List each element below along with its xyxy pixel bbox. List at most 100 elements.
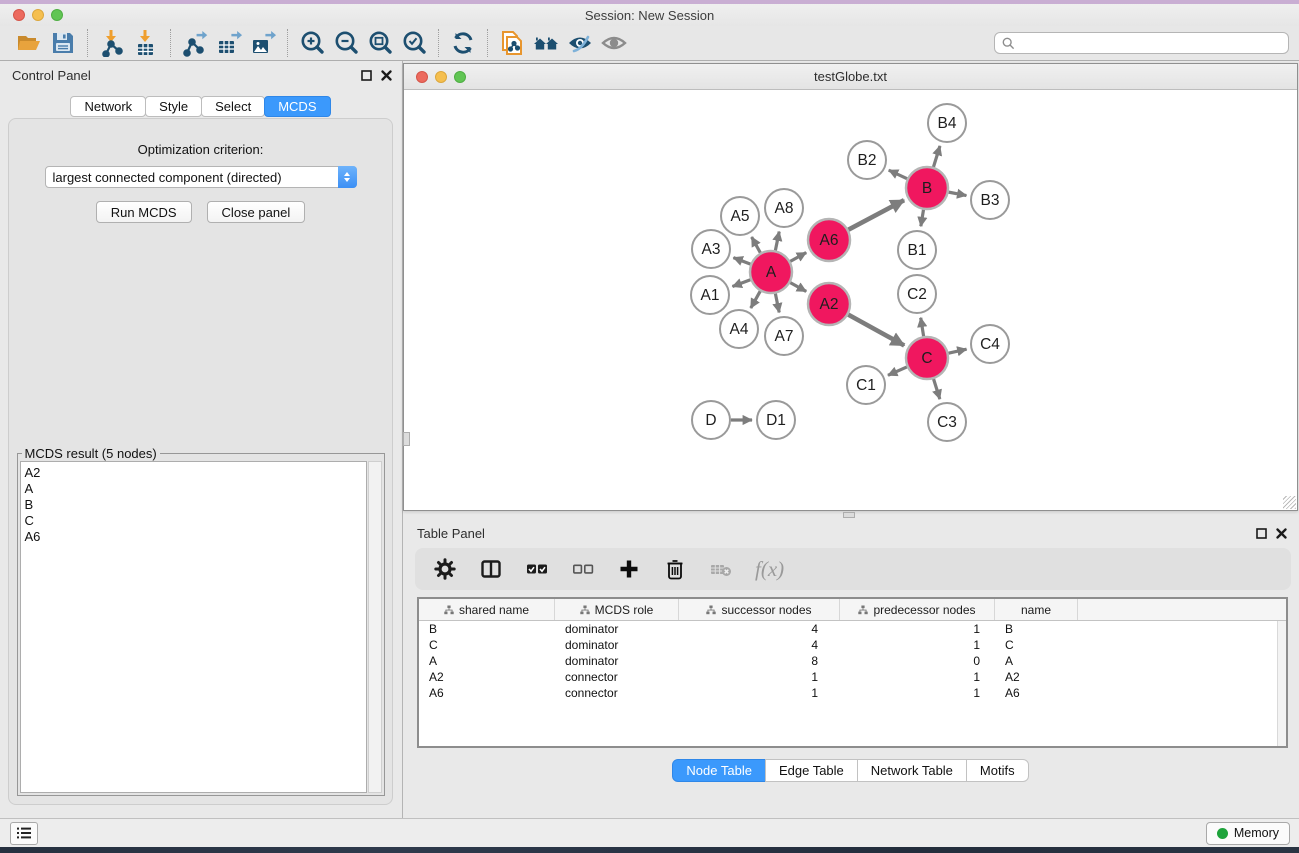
tab-network[interactable]: Network — [70, 96, 146, 117]
network-window-titlebar[interactable]: testGlobe.txt — [404, 64, 1297, 90]
left-edge-handle[interactable] — [403, 432, 410, 446]
table-cell: A — [995, 654, 1078, 668]
criterion-dropdown[interactable]: largest connected component (directed) — [45, 166, 357, 188]
clone-network-button[interactable] — [495, 28, 529, 58]
search-field[interactable] — [994, 32, 1289, 54]
graph-edge-A-A8[interactable] — [775, 232, 779, 251]
search-input[interactable] — [1015, 34, 1288, 52]
result-list-item[interactable]: B — [25, 497, 366, 513]
graph-edge-A6-B[interactable] — [848, 200, 904, 230]
table-header-row: shared nameMCDS rolesuccessor nodesprede… — [419, 599, 1286, 621]
column-header-shared-name[interactable]: shared name — [419, 599, 555, 620]
network-overview-button[interactable] — [529, 28, 563, 58]
graph-node-label: A8 — [775, 200, 794, 217]
import-table-button[interactable] — [129, 28, 163, 58]
table-cell: A2 — [419, 670, 555, 684]
import-network-button[interactable] — [95, 28, 129, 58]
graph-edge-C-C3[interactable] — [934, 379, 940, 399]
column-header-predecessor-nodes[interactable]: predecessor nodes — [840, 599, 995, 620]
tab-style[interactable]: Style — [145, 96, 202, 117]
close-panel-button-mcds[interactable]: Close panel — [207, 201, 306, 223]
graph-node-label: A1 — [701, 287, 720, 304]
toolbar-separator — [438, 29, 439, 57]
zoom-out-button[interactable] — [329, 28, 363, 58]
run-mcds-button[interactable]: Run MCDS — [96, 201, 192, 223]
graph-edge-A-A5[interactable] — [752, 237, 761, 253]
main-toolbar — [0, 26, 1299, 61]
graph-edge-B-B1[interactable] — [921, 210, 924, 227]
export-image-button[interactable] — [246, 28, 280, 58]
plus-icon — [617, 557, 641, 581]
graph-edge-A-A1[interactable] — [732, 280, 750, 287]
deselect-all-columns-button[interactable] — [571, 557, 595, 581]
tab-select[interactable]: Select — [201, 96, 265, 117]
column-header-MCDS-role[interactable]: MCDS role — [555, 599, 679, 620]
result-list-item[interactable]: A6 — [25, 529, 366, 545]
network-window-title: testGlobe.txt — [404, 69, 1297, 84]
select-all-columns-button[interactable] — [525, 557, 549, 581]
tab-edge-table[interactable]: Edge Table — [765, 759, 858, 782]
column-header-successor-nodes[interactable]: successor nodes — [679, 599, 840, 620]
table-row[interactable]: Adominator80A — [419, 653, 1286, 669]
window-title: Session: New Session — [0, 8, 1299, 23]
table-row[interactable]: A6connector11A6 — [419, 685, 1286, 701]
create-column-button[interactable] — [617, 557, 641, 581]
hide-panels-button[interactable] — [563, 28, 597, 58]
refresh-layout-button[interactable] — [446, 28, 480, 58]
graph-node-label: A4 — [730, 321, 749, 338]
open-session-button[interactable] — [12, 28, 46, 58]
export-network-button[interactable] — [178, 28, 212, 58]
zoom-out-icon — [332, 29, 360, 57]
tab-network-table[interactable]: Network Table — [857, 759, 967, 782]
zoom-selected-icon — [400, 29, 428, 57]
table-cell: C — [419, 638, 555, 652]
task-history-button[interactable] — [10, 822, 38, 845]
graph-edge-A-A2[interactable] — [790, 283, 806, 292]
graph-edge-A-A6[interactable] — [790, 253, 806, 262]
zoom-fit-button[interactable] — [363, 28, 397, 58]
tab-motifs[interactable]: Motifs — [966, 759, 1029, 782]
window-resize-grip[interactable] — [1283, 496, 1296, 509]
float-panel-button[interactable] — [361, 70, 372, 81]
table-row[interactable]: Cdominator41C — [419, 637, 1286, 653]
zoom-selected-button[interactable] — [397, 28, 431, 58]
graph-edge-C-C4[interactable] — [948, 349, 966, 353]
table-row[interactable]: A2connector11A2 — [419, 669, 1286, 685]
graph-edge-A2-C[interactable] — [848, 315, 904, 346]
float-icon — [361, 70, 372, 81]
table-cell: A2 — [995, 670, 1078, 684]
tab-mcds[interactable]: MCDS — [264, 96, 330, 117]
result-list-item[interactable]: A — [25, 481, 366, 497]
close-table-panel-button[interactable] — [1276, 528, 1287, 539]
toggle-column-view-button[interactable] — [479, 557, 503, 581]
graph-edge-B-B4[interactable] — [933, 146, 939, 167]
table-settings-button[interactable] — [433, 557, 457, 581]
zoom-in-button[interactable] — [295, 28, 329, 58]
graph-edge-A-A4[interactable] — [751, 291, 760, 308]
network-canvas[interactable]: B4B2BB3A8A5A6A3B1AA1C2A2A4A7C4CC1C3DD1 — [405, 91, 1296, 509]
export-table-button[interactable] — [212, 28, 246, 58]
graph-edge-B-B3[interactable] — [949, 192, 967, 195]
delete-column-button[interactable] — [663, 557, 687, 581]
graph-edge-A-A7[interactable] — [775, 294, 779, 313]
table-scrollbar[interactable] — [1277, 621, 1286, 746]
memory-status-icon — [1217, 828, 1228, 839]
close-panel-button[interactable] — [381, 70, 392, 81]
table-body: Bdominator41BCdominator41CAdominator80AA… — [419, 621, 1286, 701]
result-list-item[interactable]: C — [25, 513, 366, 529]
memory-button[interactable]: Memory — [1206, 822, 1290, 845]
tab-node-table[interactable]: Node Table — [672, 759, 766, 782]
splitter-handle[interactable] — [843, 512, 855, 518]
save-session-button[interactable] — [46, 28, 80, 58]
graph-edge-B-B2[interactable] — [889, 170, 907, 179]
graph-edge-A-A3[interactable] — [733, 258, 750, 265]
graph-node-label: B1 — [908, 242, 927, 259]
result-list-item[interactable]: A2 — [25, 465, 366, 481]
table-row[interactable]: Bdominator41B — [419, 621, 1286, 637]
column-header-name[interactable]: name — [995, 599, 1078, 620]
result-scrollbar[interactable] — [368, 461, 382, 793]
float-table-panel-button[interactable] — [1256, 528, 1267, 539]
show-panels-button[interactable] — [597, 28, 631, 58]
graph-edge-C-C1[interactable] — [888, 367, 907, 375]
graph-edge-C-C2[interactable] — [921, 318, 924, 337]
